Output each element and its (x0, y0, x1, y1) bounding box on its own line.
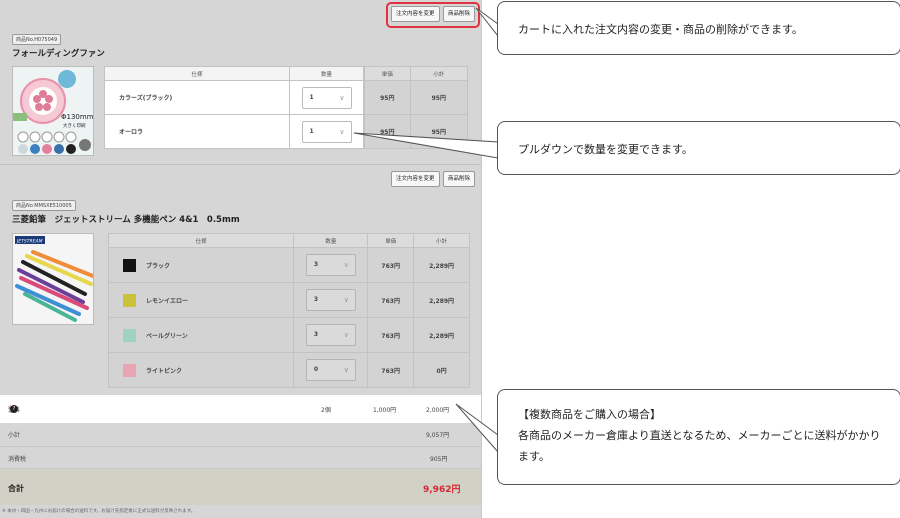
callout-quantity: プルダウンで数量を変更できます。 (497, 121, 900, 175)
callout-edit-text: カートに入れた注文内容の変更・商品の削除ができます。 (518, 23, 803, 36)
callout-edit: カートに入れた注文内容の変更・商品の削除ができます。 (497, 1, 900, 55)
callout-quantity-text: プルダウンで数量を変更できます。 (518, 143, 693, 156)
callout-shipping-body: 各商品のメーカー倉庫より直送となるため、メーカーごとに送料がかかります。 (518, 429, 881, 463)
callout-shipping: 【複数商品をご購入の場合】 各商品のメーカー倉庫より直送となるため、メーカーごと… (497, 389, 900, 485)
callout-shipping-title: 【複数商品をご購入の場合】 (518, 408, 661, 421)
